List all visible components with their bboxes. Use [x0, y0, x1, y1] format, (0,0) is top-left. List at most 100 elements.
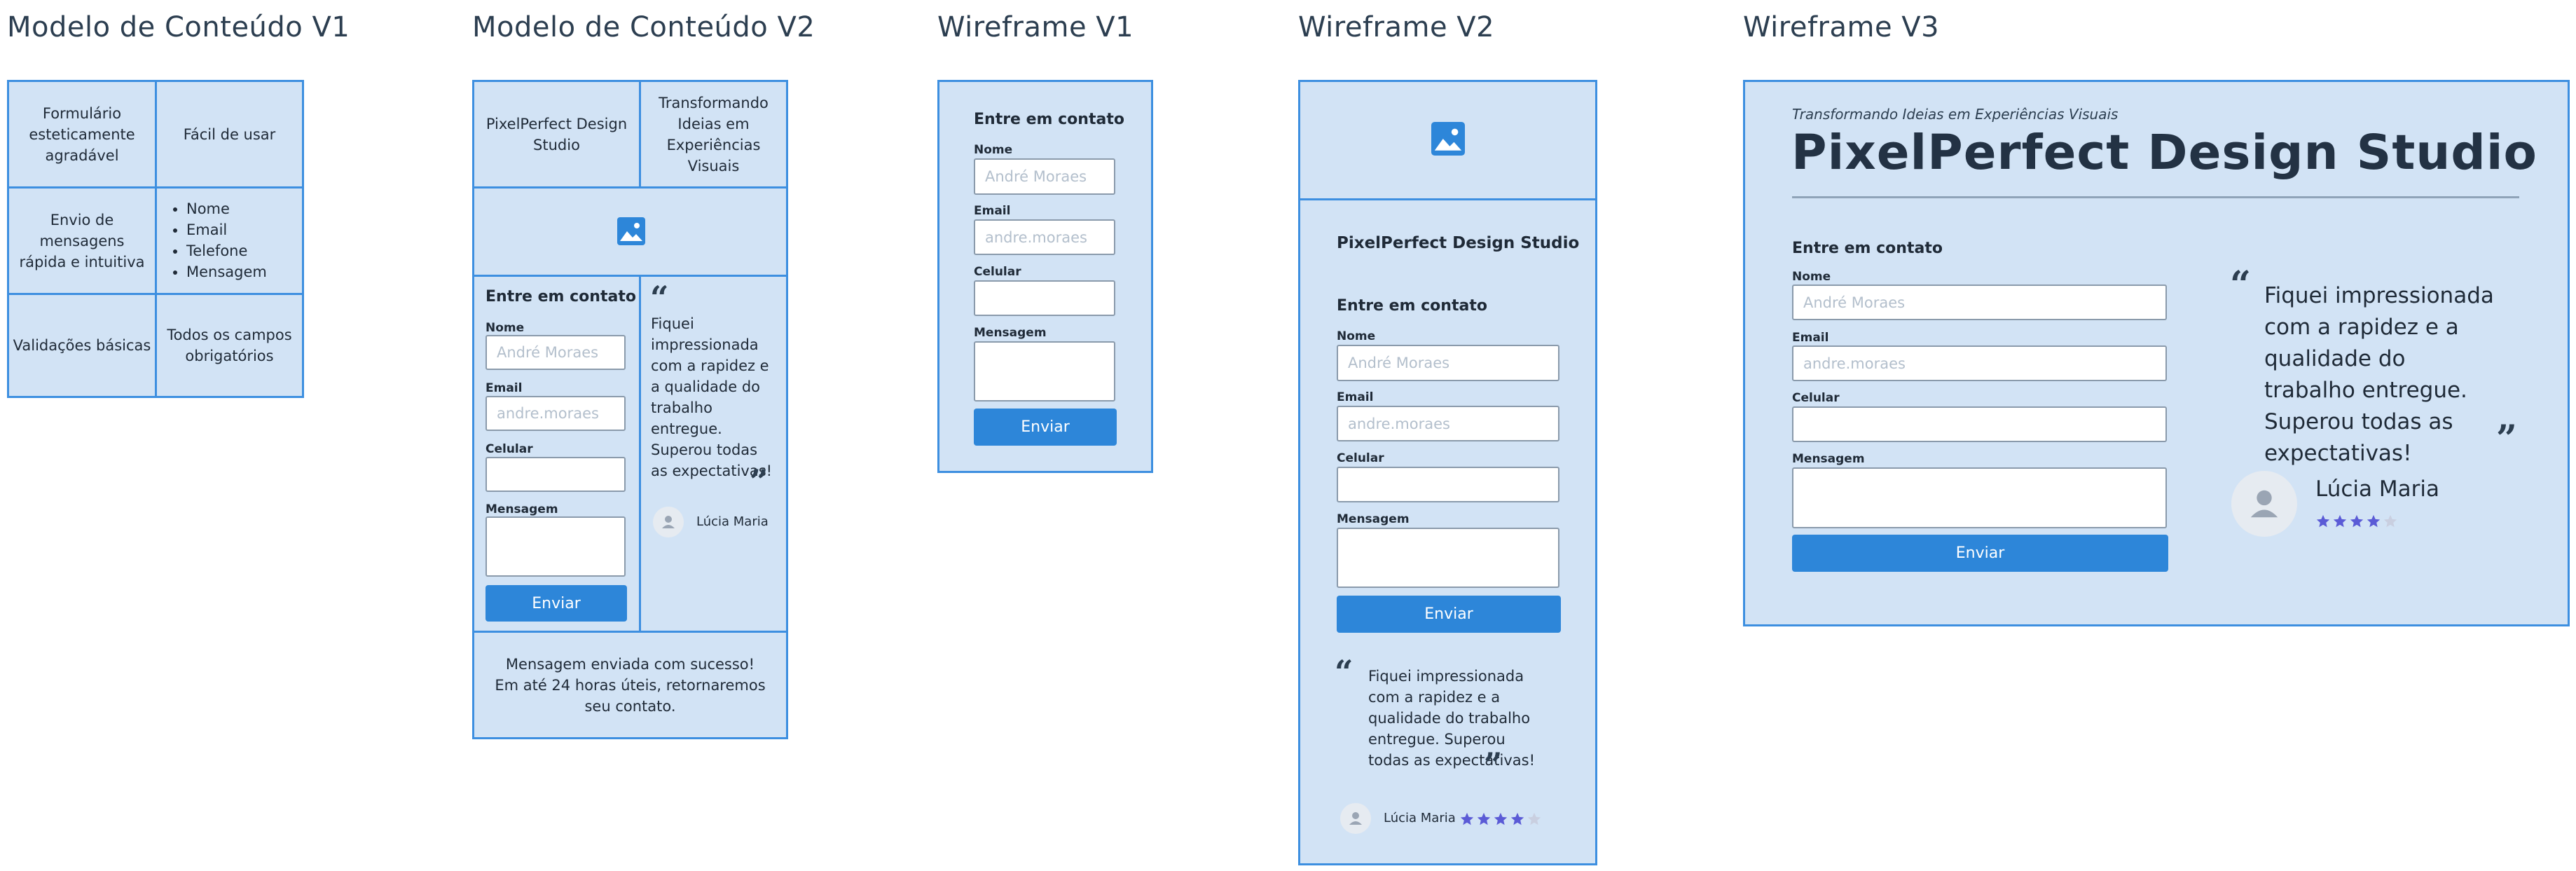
email-label: Email — [1337, 390, 1374, 404]
quote-open-icon: “ — [650, 279, 669, 317]
submit-button[interactable]: Enviar — [485, 585, 627, 622]
success-title: Mensagem enviada com sucesso! — [505, 655, 755, 673]
star-icon — [2383, 514, 2398, 532]
content-cell-text: Fácil de usar — [183, 125, 276, 143]
star-icon — [1527, 811, 1542, 830]
image-icon — [617, 217, 645, 245]
phone-label: Celular — [485, 442, 533, 456]
testimonial-author: Lúcia Maria — [2315, 476, 2439, 502]
rating-stars — [1459, 811, 1550, 827]
testimonial-author: Lúcia Maria — [696, 514, 769, 529]
message-textarea[interactable] — [1337, 528, 1559, 588]
submit-button[interactable]: Enviar — [974, 409, 1117, 446]
email-field[interactable]: andre.moraes — [974, 219, 1115, 255]
form-heading: Entre em contato — [1337, 297, 1487, 315]
brand-cell: PixelPerfect Design Studio — [472, 80, 641, 188]
list-item: Email — [186, 219, 267, 240]
quote-open-icon: “ — [1335, 653, 1354, 691]
name-label: Nome — [485, 321, 525, 335]
list-item: Mensagem — [186, 261, 267, 282]
name-field[interactable]: André Moraes — [485, 335, 626, 370]
phone-label: Celular — [1792, 391, 1840, 405]
content-cell-validation: Validações básicas — [7, 293, 157, 398]
star-icon — [2315, 514, 2331, 532]
content-cell-aesthetic: Formulário esteticamente agradável — [7, 80, 157, 188]
phone-label: Celular — [974, 265, 1021, 279]
submit-button[interactable]: Enviar — [1337, 596, 1561, 633]
name-field[interactable]: André Moraes — [1337, 345, 1559, 381]
list-item: Telefone — [186, 240, 267, 261]
testimonial-quote: Fiquei impressionada com a rapidez e a q… — [651, 315, 773, 479]
user-icon — [1349, 812, 1362, 825]
user-icon — [662, 516, 675, 528]
email-field[interactable]: andre.moraes — [485, 396, 626, 431]
image-icon — [1431, 122, 1465, 156]
success-message-cell: Mensagem enviada com sucesso! Em até 24 … — [472, 631, 788, 739]
content-cell-text: Validações básicas — [13, 337, 151, 354]
content-cell-fields: Nome Email Telefone Mensagem — [155, 186, 304, 295]
hero-image-area — [1298, 80, 1597, 200]
frame-title-content-model-v1: Modelo de Conteúdo V1 — [7, 11, 350, 43]
quote-close-icon: ” — [750, 462, 769, 500]
success-detail: Em até 24 horas úteis, retornaremos seu … — [495, 676, 766, 715]
star-icon — [1459, 811, 1475, 830]
star-icon — [2332, 514, 2348, 532]
form-heading: Entre em contato — [974, 111, 1124, 128]
name-field[interactable]: André Moraes — [974, 158, 1115, 195]
star-icon — [2349, 514, 2364, 532]
message-label: Mensagem — [974, 326, 1047, 340]
content-cell-text: Todos os campos obrigatórios — [167, 327, 292, 364]
frame-title-content-model-v2: Modelo de Conteúdo V2 — [472, 11, 815, 43]
testimonial-quote: Fiquei impressionada com a rapidez e a q… — [1368, 668, 1535, 769]
phone-field[interactable] — [1337, 467, 1559, 502]
testimonial-quote: Fiquei impressionada com a rapidez e a q… — [2264, 283, 2494, 466]
brand-name: PixelPerfect Design Studio — [485, 115, 628, 153]
email-field[interactable]: andre.moraes — [1792, 345, 2167, 381]
page-title: PixelPerfect Design Studio — [1791, 125, 2537, 181]
image-cell — [472, 186, 788, 277]
tagline: Transformando Ideias em Experiências Vis… — [1792, 106, 2119, 123]
star-icon — [1476, 811, 1492, 830]
message-textarea[interactable] — [485, 516, 626, 577]
form-heading: Entre em contato — [1792, 240, 1943, 257]
quote-close-icon: ” — [2496, 418, 2517, 460]
phone-field[interactable] — [1792, 406, 2167, 442]
tagline-cell: Transformando Ideias em Experiências Vis… — [639, 80, 788, 188]
frame-title-wireframe-v3: Wireframe V3 — [1743, 11, 1940, 43]
fields-list: Nome Email Telefone Mensagem — [157, 198, 267, 282]
name-field[interactable]: André Moraes — [1792, 284, 2167, 320]
message-label: Mensagem — [1337, 512, 1410, 526]
star-icon — [1493, 811, 1508, 830]
star-icon — [1510, 811, 1525, 830]
name-label: Nome — [974, 143, 1013, 157]
list-item: Nome — [186, 198, 267, 219]
quote-close-icon: ” — [1484, 746, 1503, 783]
message-textarea[interactable] — [974, 341, 1115, 402]
phone-field[interactable] — [485, 457, 626, 492]
name-label: Nome — [1337, 329, 1376, 343]
email-field[interactable]: andre.moraes — [1337, 406, 1559, 441]
title-divider — [1792, 196, 2519, 198]
star-icon — [2366, 514, 2381, 532]
phone-field[interactable] — [974, 280, 1115, 316]
avatar — [653, 507, 684, 537]
submit-button[interactable]: Enviar — [1792, 535, 2168, 572]
content-cell-required: Todos os campos obrigatórios — [155, 293, 304, 398]
message-label: Mensagem — [1792, 452, 1865, 466]
avatar — [2231, 471, 2297, 537]
content-cell-easy: Fácil de usar — [155, 80, 304, 188]
content-cell-text: Envio de mensagens rápida e intuitiva — [19, 211, 145, 270]
name-label: Nome — [1792, 270, 1831, 284]
email-label: Email — [1792, 331, 1829, 345]
avatar — [1340, 803, 1371, 834]
frame-title-wireframe-v1: Wireframe V1 — [937, 11, 1134, 43]
testimonial-author: Lúcia Maria — [1384, 811, 1456, 825]
email-label: Email — [974, 204, 1011, 218]
form-heading: Entre em contato — [485, 288, 636, 306]
rating-stars — [2315, 514, 2406, 529]
email-label: Email — [485, 381, 523, 395]
quote-open-icon: “ — [2230, 263, 2251, 306]
user-icon — [2250, 490, 2278, 518]
tagline: Transformando Ideias em Experiências Vis… — [659, 94, 769, 174]
message-textarea[interactable] — [1792, 467, 2167, 528]
